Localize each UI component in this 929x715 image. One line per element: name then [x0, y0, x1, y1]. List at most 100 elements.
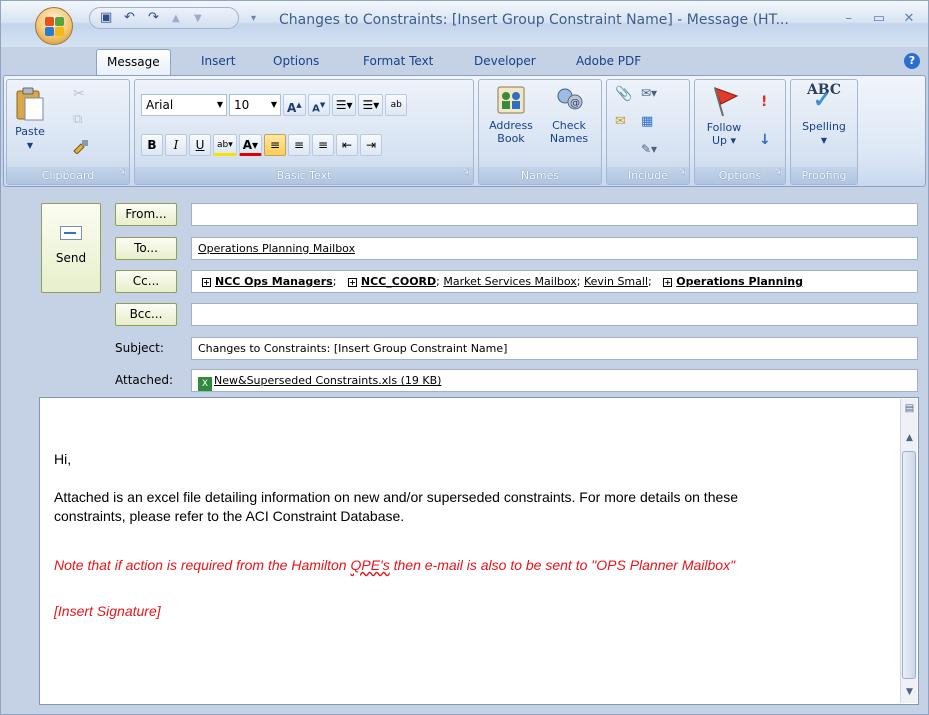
paste-dropdown-icon[interactable]: ▼	[27, 141, 33, 150]
message-body[interactable]: Hi, Attached is an excel file detailing …	[39, 397, 919, 705]
to-button[interactable]: To...	[115, 237, 177, 260]
expand-group-icon[interactable]: +	[663, 278, 673, 287]
check-names-button[interactable]: @ Check Names	[541, 84, 597, 145]
attach-item-icon[interactable]: ✉▾	[641, 86, 657, 100]
increase-indent-icon[interactable]: ⇥	[360, 134, 383, 156]
cc-group-operations-planning[interactable]: Operations Planning	[676, 275, 803, 288]
send-label: Send	[55, 251, 87, 265]
copy-icon[interactable]: ⧉	[73, 112, 82, 127]
font-color-icon[interactable]: A▾	[238, 134, 263, 156]
save-icon[interactable]: ▣	[100, 10, 112, 25]
maximize-icon[interactable]: ▭	[866, 11, 892, 26]
help-icon[interactable]: ?	[904, 53, 920, 69]
dialog-launcher-icon[interactable]: ⇲	[678, 164, 686, 181]
dialog-launcher-icon[interactable]: ⇲	[774, 164, 782, 181]
tab-developer[interactable]: Developer	[464, 49, 546, 75]
customize-dropdown-icon[interactable]: ▾	[251, 13, 256, 24]
tab-format-text[interactable]: Format Text	[353, 49, 443, 75]
font-size-value: 10	[234, 98, 250, 112]
dialog-launcher-icon[interactable]: ⇲	[462, 164, 470, 181]
format-painter-icon[interactable]	[71, 138, 91, 155]
expand-group-icon[interactable]: +	[347, 278, 357, 287]
cc-group-ncc-coord[interactable]: NCC_COORD	[361, 275, 436, 288]
tab-insert[interactable]: Insert	[191, 49, 245, 75]
font-name-select[interactable]: Arial ▼	[141, 94, 227, 116]
cc-group-ncc-ops-managers[interactable]: NCC Ops Managers	[215, 275, 333, 288]
follow-up-button[interactable]: Follow Up ▾	[699, 84, 749, 147]
cc-recipient-market-services[interactable]: Market Services Mailbox	[443, 275, 576, 288]
attachment-link[interactable]: New&Superseded Constraints.xls (19 KB)	[214, 374, 441, 387]
undo-icon[interactable]: ↶	[124, 10, 135, 25]
note-misspelled-word: QPE's	[350, 557, 390, 573]
low-importance-icon[interactable]: ↓	[759, 132, 771, 148]
dialog-launcher-icon[interactable]: ⇲	[118, 164, 126, 181]
clipboard-group-label: Clipboard ⇲	[7, 167, 129, 184]
address-book-button[interactable]: Address Book	[483, 84, 539, 145]
previous-item-icon[interactable]: ▲	[172, 13, 180, 24]
names-label: Names	[520, 169, 560, 182]
ruler-toggle-icon[interactable]: ▤	[901, 403, 918, 414]
include-group-label: Include ⇲	[607, 167, 689, 184]
numbering-icon[interactable]: ☰▾	[358, 94, 384, 116]
signature-icon[interactable]: ✎▾	[641, 142, 657, 156]
styles-icon[interactable]: ab	[385, 94, 408, 116]
align-center-icon[interactable]: ≡	[288, 134, 311, 156]
cc-recipient-kevin-small[interactable]: Kevin Small	[584, 275, 648, 288]
business-card-icon[interactable]: ✉	[615, 114, 626, 129]
to-field[interactable]: Operations Planning Mailbox	[191, 237, 918, 260]
italic-button[interactable]: I	[165, 134, 187, 156]
tab-adobe-pdf[interactable]: Adobe PDF	[566, 49, 651, 75]
highlight-icon[interactable]: ab▾	[213, 134, 237, 156]
to-recipient[interactable]: Operations Planning Mailbox	[198, 242, 355, 255]
bullets-icon[interactable]: ☰▾	[331, 94, 357, 116]
send-envelope-icon	[60, 226, 82, 240]
high-importance-icon[interactable]: !	[761, 94, 767, 110]
bold-button[interactable]: B	[141, 134, 163, 156]
clipboard-group: Paste ▼ ✂ ⧉ Clipboard ⇲	[6, 79, 130, 185]
font-row: Arial ▼ 10 ▼ A▲ A▼ ☰▾ ☰▾ ab	[141, 94, 408, 116]
names-group: Address Book @ Check Names Names	[478, 79, 602, 185]
underline-button[interactable]: U	[189, 134, 211, 156]
expand-group-icon[interactable]: +	[202, 278, 211, 287]
spelling-button[interactable]: ABC ✓ Spelling ▼	[795, 83, 853, 147]
tab-options[interactable]: Options	[263, 49, 329, 75]
next-item-icon[interactable]: ▼	[194, 13, 202, 24]
window-controls: – ▭ ✕	[836, 11, 922, 26]
send-button[interactable]: Send	[41, 203, 101, 293]
office-logo-icon	[45, 17, 64, 36]
attach-file-icon[interactable]: 📎	[615, 86, 632, 102]
paste-button[interactable]: Paste ▼	[13, 86, 47, 152]
body-paragraph-line-2: constraints, please refer to the ACI Con…	[54, 508, 405, 524]
align-left-icon[interactable]: ≡	[264, 134, 287, 156]
cc-field[interactable]: + NCC Ops Managers; + NCC_COORD; Market Se…	[191, 270, 918, 293]
minimize-icon[interactable]: –	[836, 11, 862, 26]
scroll-down-icon[interactable]: ▼	[901, 687, 918, 697]
body-note: Note that if action is required from the…	[54, 556, 735, 575]
redo-icon[interactable]: ↷	[148, 10, 159, 25]
scroll-thumb[interactable]	[902, 451, 916, 679]
chevron-down-icon: ▼	[216, 100, 223, 109]
font-size-select[interactable]: 10 ▼	[229, 94, 281, 116]
from-field[interactable]	[191, 203, 918, 226]
calendar-icon[interactable]: ▦	[641, 114, 653, 129]
from-button[interactable]: From...	[115, 203, 177, 226]
cc-button[interactable]: Cc...	[115, 270, 177, 293]
grow-font-icon[interactable]: A▲	[283, 94, 306, 116]
outlook-message-window: ▣ ↶ ↷ ▲ ▼ ▾ Changes to Constraints: [Ins…	[0, 0, 929, 715]
align-right-icon[interactable]: ≡	[312, 134, 335, 156]
bcc-field[interactable]	[191, 303, 918, 326]
tab-message[interactable]: Message	[96, 49, 171, 75]
office-button[interactable]	[35, 7, 73, 45]
bcc-button[interactable]: Bcc...	[115, 303, 177, 326]
cut-icon[interactable]: ✂	[73, 86, 85, 102]
clipboard-label: Clipboard	[41, 169, 95, 182]
vertical-scrollbar[interactable]: ▤ ▲ ▼	[900, 399, 917, 703]
window-title: Changes to Constraints: [Insert Group Co…	[279, 12, 789, 28]
close-icon[interactable]: ✕	[896, 11, 922, 26]
scroll-up-icon[interactable]: ▲	[901, 433, 918, 443]
subject-field[interactable]: Changes to Constraints: [Insert Group Co…	[191, 337, 918, 360]
shrink-font-icon[interactable]: A▼	[307, 94, 330, 116]
attached-label: Attached:	[115, 373, 174, 387]
check-names-icon: @	[557, 88, 583, 110]
decrease-indent-icon[interactable]: ⇤	[336, 134, 359, 156]
